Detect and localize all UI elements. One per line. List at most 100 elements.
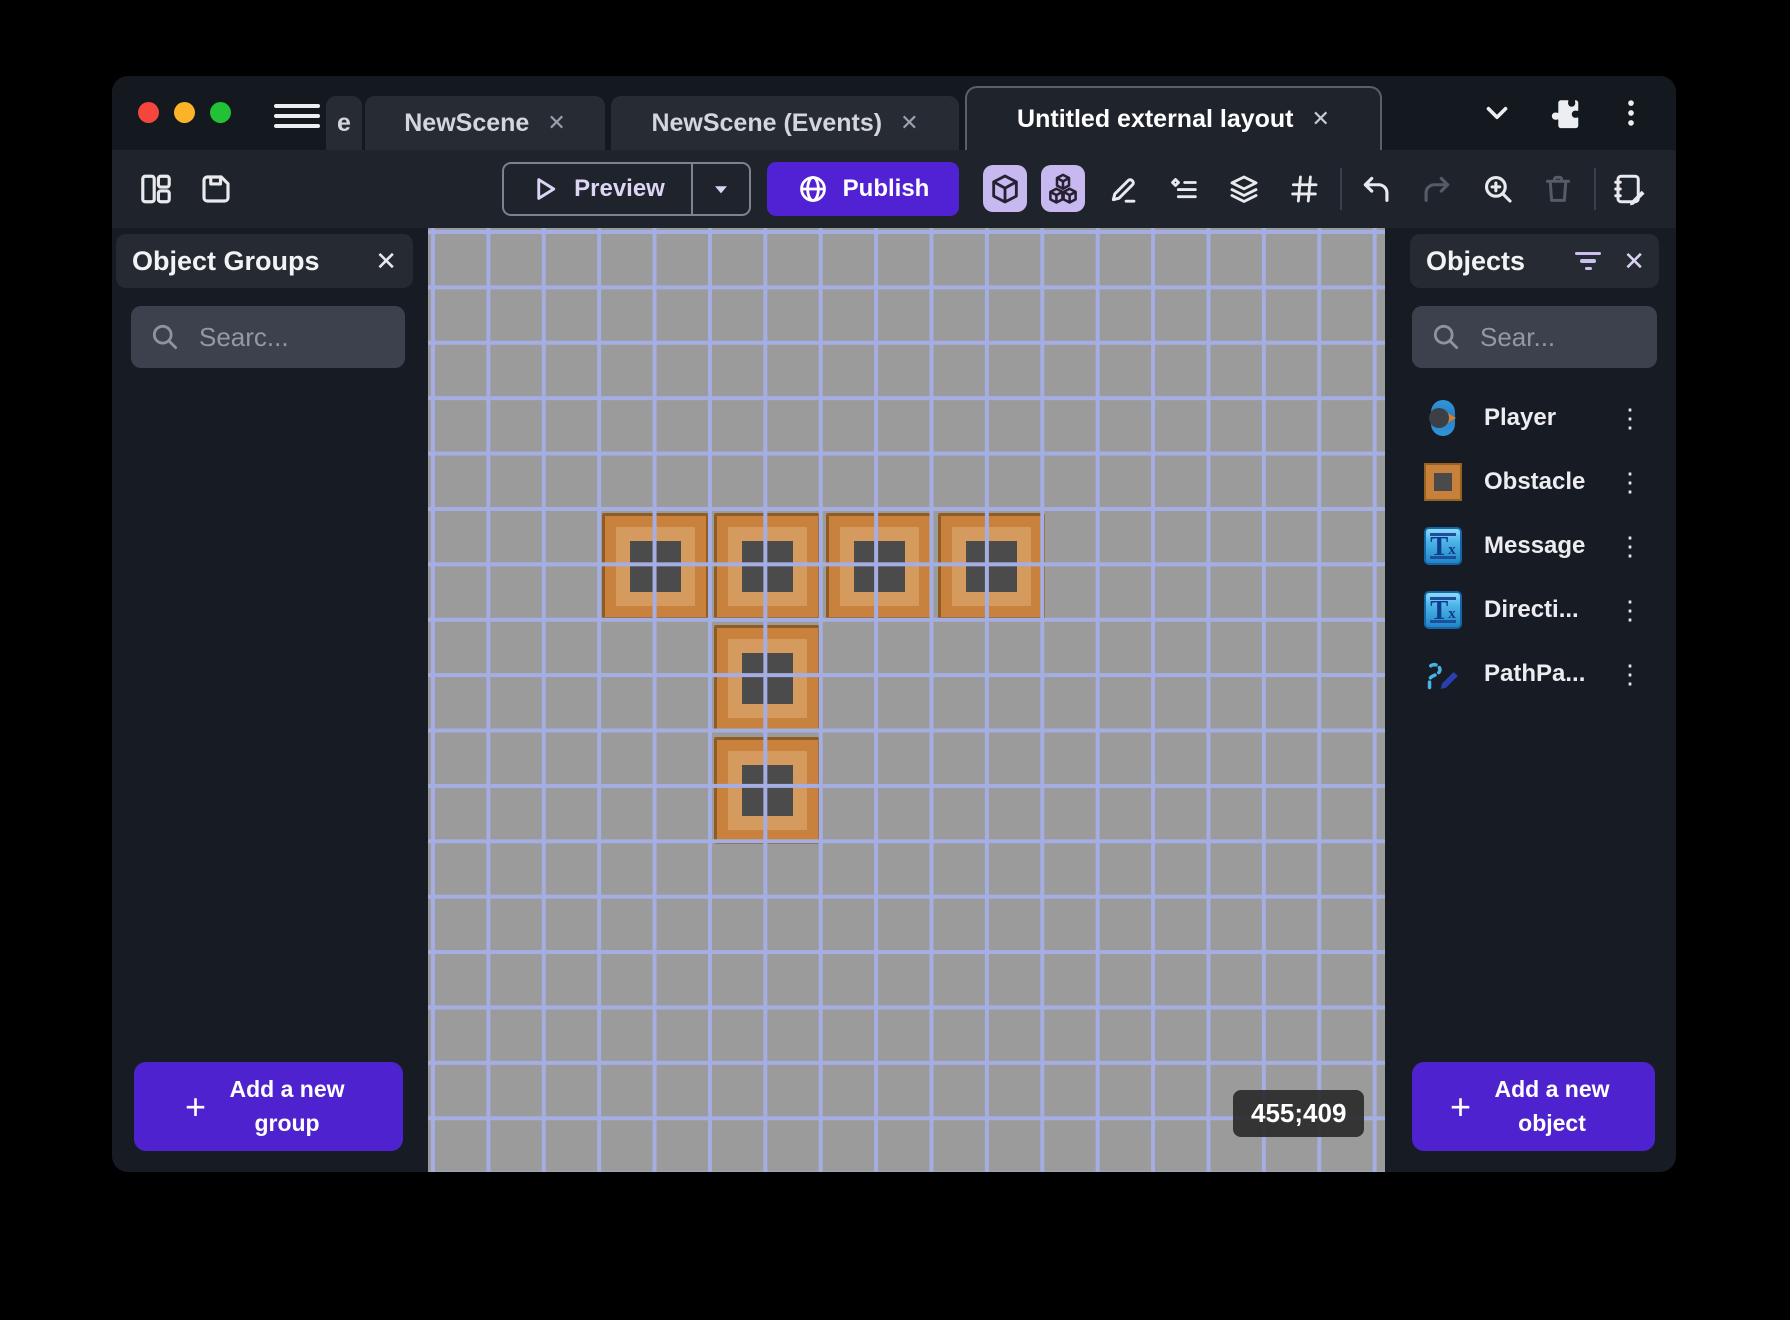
object-groups-search[interactable]: [131, 306, 405, 368]
object-menu-button[interactable]: ⋮: [1611, 467, 1649, 497]
object-groups-search-input[interactable]: [197, 321, 387, 354]
objects-search[interactable]: [1412, 306, 1657, 368]
zoom-in-button[interactable]: [1476, 167, 1520, 211]
object-row-obstacle[interactable]: Obstacle ⋮: [1410, 450, 1659, 514]
tab-newscene[interactable]: NewScene ✕: [365, 96, 605, 150]
text-object-icon: Tx: [1424, 527, 1462, 565]
object-label: Message: [1484, 532, 1611, 560]
obstacle-instance[interactable]: [938, 513, 1045, 620]
object-menu-button[interactable]: ⋮: [1611, 531, 1649, 561]
titlebar-actions: [1476, 76, 1676, 150]
save-button[interactable]: [194, 167, 238, 211]
plus-icon: +: [185, 1089, 206, 1125]
objects-header: Objects ✕: [1410, 234, 1659, 288]
add-instances-tool-button[interactable]: [1041, 165, 1085, 212]
plus-icon: +: [1450, 1089, 1471, 1125]
titlebar: e NewScene ✕ NewScene (Events) ✕ Untitle…: [112, 76, 1676, 150]
obstacle-instance[interactable]: [714, 737, 821, 844]
preview-main[interactable]: Preview: [504, 164, 691, 214]
toolbar: Preview Publish: [112, 150, 1676, 228]
object-row-message[interactable]: Tx Message ⋮: [1410, 514, 1659, 578]
object-label: Obstacle: [1484, 468, 1611, 496]
close-object-groups-button[interactable]: ✕: [371, 242, 401, 281]
extensions-button[interactable]: [1542, 91, 1586, 135]
traffic-lights: [138, 102, 231, 123]
close-icon[interactable]: ✕: [547, 110, 565, 136]
puzzle-icon: [1546, 95, 1582, 131]
object-row-pathpaint[interactable]: PathPa... ⋮: [1410, 642, 1659, 706]
close-objects-button[interactable]: ✕: [1619, 242, 1649, 281]
edit-object-button[interactable]: [1102, 167, 1146, 211]
window-close-button[interactable]: [138, 102, 159, 123]
add-object-label: Add a new object: [1487, 1073, 1617, 1140]
objects-search-input[interactable]: [1478, 321, 1639, 354]
more-options-button[interactable]: [1610, 92, 1652, 134]
redo-button[interactable]: [1415, 167, 1459, 211]
toolbar-divider: [1340, 168, 1342, 210]
obstacle-instance[interactable]: [714, 513, 821, 620]
cubes-icon: [1045, 171, 1081, 207]
filter-objects-button[interactable]: [1571, 244, 1605, 279]
close-icon: ✕: [375, 246, 397, 277]
obstacle-instance[interactable]: [826, 513, 933, 620]
obstacle-instance[interactable]: [602, 513, 709, 620]
canvas-blocks-layer: [428, 228, 1385, 1172]
object-menu-button[interactable]: ⋮: [1611, 659, 1649, 689]
preview-button[interactable]: Preview: [502, 162, 751, 216]
toggle-panels-button[interactable]: [134, 167, 178, 211]
app-window: e NewScene ✕ NewScene (Events) ✕ Untitle…: [112, 76, 1676, 1172]
grid-settings-button[interactable]: [1282, 167, 1326, 211]
kebab-icon: ⋮: [1617, 467, 1643, 497]
tab-newscene-events[interactable]: NewScene (Events) ✕: [611, 96, 959, 150]
search-icon: [1430, 321, 1462, 353]
obstacle-core: [742, 765, 793, 816]
object-label: Directi...: [1484, 596, 1611, 624]
object-menu-button[interactable]: ⋮: [1611, 595, 1649, 625]
tab-label: NewScene (Events): [651, 109, 882, 138]
add-group-button[interactable]: + Add a new group: [134, 1062, 403, 1151]
edit-note-icon: [1612, 171, 1648, 207]
layers-icon: [1227, 172, 1261, 206]
object-groups-title: Object Groups: [132, 246, 320, 277]
delete-button[interactable]: [1536, 167, 1580, 211]
object-row-directions[interactable]: Tx Directi... ⋮: [1410, 578, 1659, 642]
grid-icon: [1287, 172, 1321, 206]
main-menu-button[interactable]: [274, 103, 320, 129]
obstacle-sprite-icon: [1424, 463, 1462, 501]
obstacle-instance[interactable]: [714, 625, 821, 732]
tab-label: Untitled external layout: [1017, 105, 1293, 134]
publish-label: Publish: [843, 175, 930, 203]
window-maximize-button[interactable]: [210, 102, 231, 123]
undo-button[interactable]: [1354, 167, 1398, 211]
edit-scene-properties-button[interactable]: [1608, 167, 1652, 211]
window-minimize-button[interactable]: [174, 102, 195, 123]
object-menu-button[interactable]: ⋮: [1611, 403, 1649, 433]
objects-list: Player ⋮ Obstacle ⋮ Tx Message ⋮ Tx Dire…: [1410, 386, 1659, 706]
object-label: PathPa...: [1484, 660, 1611, 688]
close-icon[interactable]: ✕: [1312, 106, 1330, 132]
obstacle-core: [966, 541, 1017, 592]
instances-list-button[interactable]: [1162, 167, 1206, 211]
preview-dropdown-button[interactable]: [693, 164, 749, 214]
tab-label: NewScene: [404, 109, 529, 138]
object-groups-header: Object Groups ✕: [116, 234, 413, 288]
select-instance-tool-button[interactable]: [983, 165, 1027, 212]
globe-icon: [797, 173, 829, 205]
layers-button[interactable]: [1222, 167, 1266, 211]
object-row-player[interactable]: Player ⋮: [1410, 386, 1659, 450]
tab-untitled-external-layout[interactable]: Untitled external layout ✕: [965, 86, 1382, 150]
save-icon: [198, 171, 234, 207]
kebab-icon: ⋮: [1617, 659, 1643, 689]
tab-clipped[interactable]: e: [326, 96, 362, 150]
add-group-label: Add a new group: [222, 1073, 352, 1140]
redo-icon: [1420, 172, 1454, 206]
close-icon[interactable]: ✕: [900, 110, 918, 136]
kebab-icon: ⋮: [1617, 403, 1643, 433]
zoom-in-icon: [1481, 172, 1515, 206]
publish-button[interactable]: Publish: [767, 162, 959, 216]
add-object-button[interactable]: + Add a new object: [1412, 1062, 1655, 1151]
tabs-overflow-button[interactable]: [1476, 92, 1518, 134]
scene-canvas[interactable]: 455;409: [428, 228, 1385, 1172]
obstacle-core: [630, 541, 681, 592]
kebab-icon: [1614, 96, 1648, 130]
